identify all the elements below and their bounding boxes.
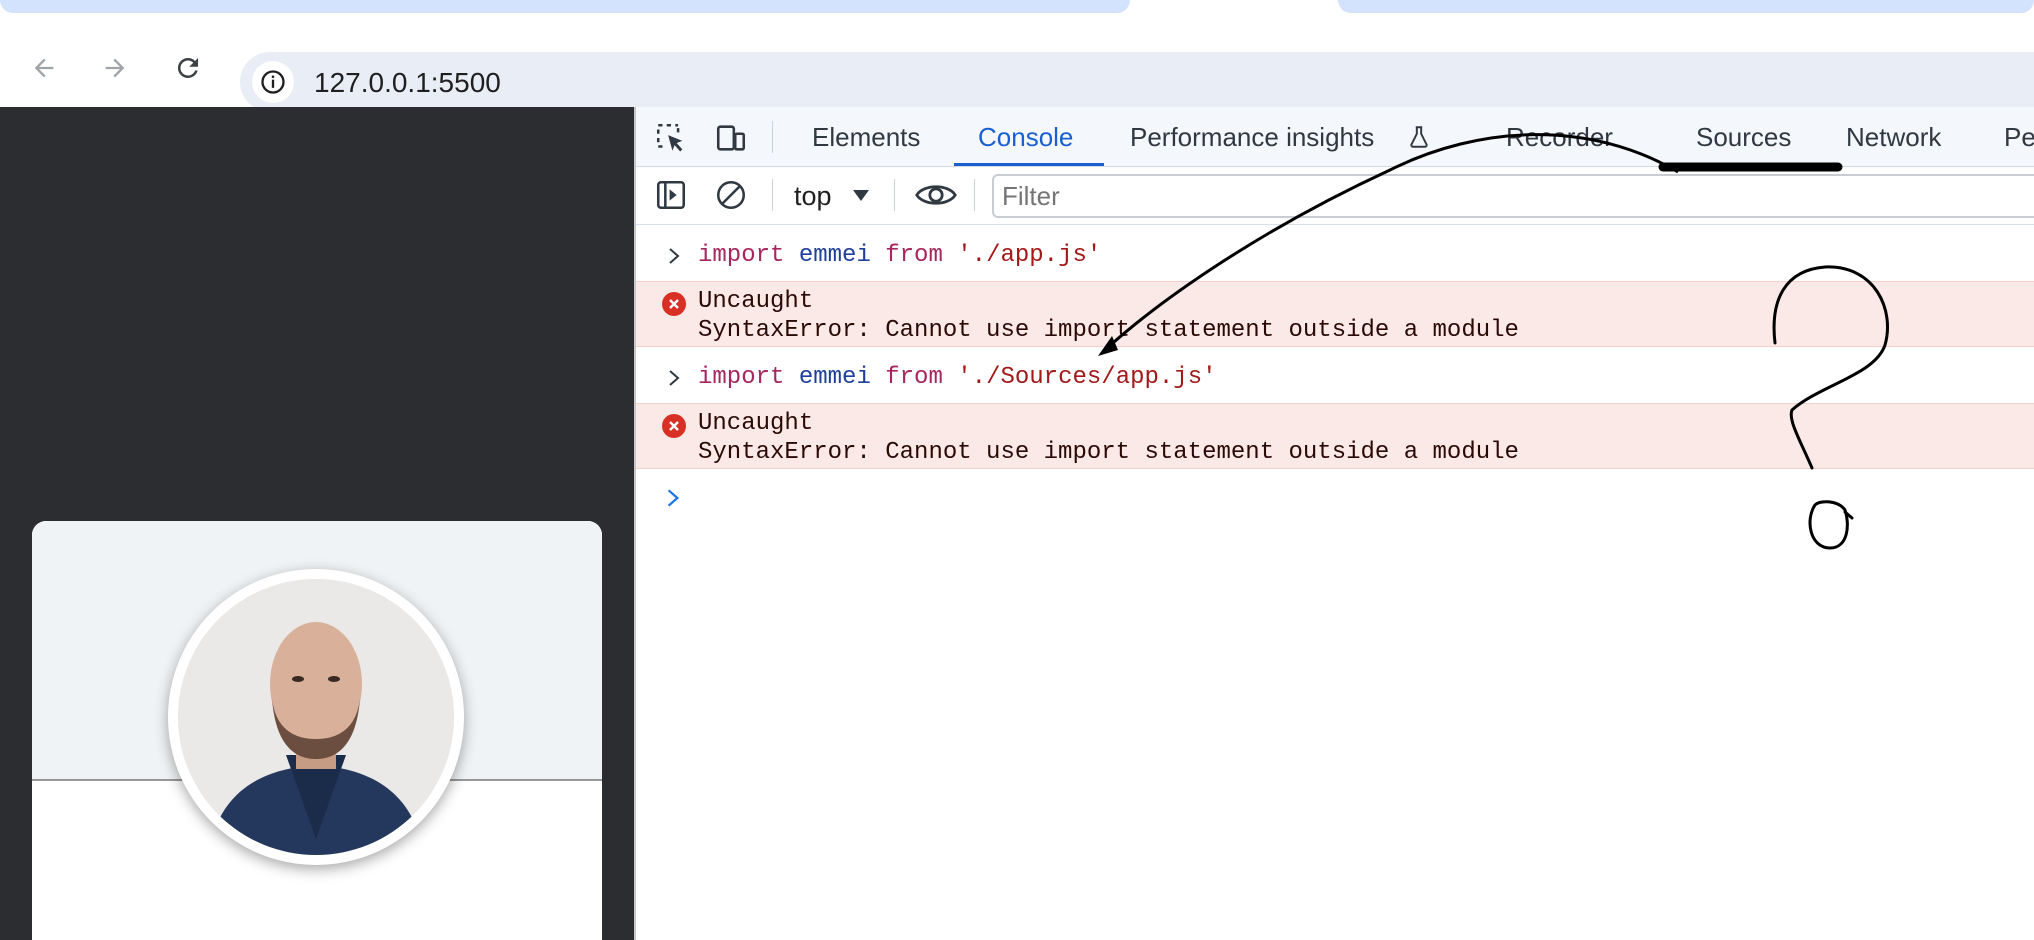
clear-console-button[interactable]: [714, 178, 748, 212]
error-icon: [662, 414, 686, 438]
url-text[interactable]: 127.0.0.1:5500: [314, 67, 501, 99]
browser-tab-left[interactable]: [0, 0, 1130, 13]
inspect-icon: [656, 123, 683, 152]
back-button[interactable]: [24, 48, 64, 88]
info-icon: [261, 70, 285, 94]
console-error-entry[interactable]: Uncaught SyntaxError: Cannot use import …: [636, 281, 2034, 347]
tab-elements[interactable]: Elements: [812, 107, 920, 167]
chevron-right-icon: [669, 248, 680, 264]
reload-icon: [177, 57, 198, 78]
clear-icon: [716, 180, 746, 210]
console-input-code: import emmei from './app.js': [698, 242, 1102, 269]
flask-icon: [1410, 126, 1428, 148]
caret-down-icon: [853, 190, 869, 201]
tab-performance[interactable]: Pe: [2004, 107, 2034, 167]
error-message: SyntaxError: Cannot use import statement…: [698, 317, 1519, 344]
eye-icon: [915, 185, 957, 205]
toolbar-separator: [772, 179, 773, 211]
device-toolbar-button[interactable]: [714, 121, 748, 155]
devtools-tab-bar: Elements Console Performance insights Re…: [636, 107, 2034, 167]
tab-sources[interactable]: Sources: [1696, 107, 1791, 167]
toolbar-separator: [894, 179, 895, 211]
tab-strip: [0, 0, 2034, 26]
tab-recorder[interactable]: Recorder: [1506, 107, 1613, 167]
page-viewport: [0, 107, 634, 940]
toolbar-separator: [772, 121, 773, 153]
toolbar-separator: [974, 179, 975, 211]
forward-button[interactable]: [95, 48, 135, 88]
context-label: top: [794, 181, 832, 211]
inspect-element-button[interactable]: [654, 121, 688, 155]
error-title: Uncaught: [698, 410, 814, 437]
tab-console[interactable]: Console: [978, 107, 1073, 167]
arrow-left-icon: [34, 58, 54, 78]
profile-card: [32, 521, 602, 940]
error-icon: [662, 292, 686, 316]
reload-button[interactable]: [168, 48, 208, 88]
site-info-button[interactable]: [252, 61, 294, 103]
devtools-panel: Elements Console Performance insights Re…: [636, 107, 2034, 940]
device-icon: [716, 125, 746, 151]
avatar: [168, 569, 464, 865]
arrow-right-icon: [105, 58, 125, 78]
browser-tab-right[interactable]: [1338, 0, 2034, 13]
filter-input[interactable]: [992, 174, 2034, 218]
active-tab-indicator: [954, 163, 1104, 166]
console-prompt-icon[interactable]: [662, 487, 684, 509]
console-input-entry[interactable]: import emmei from './Sources/app.js': [636, 354, 2034, 402]
chevron-right-icon: [669, 370, 680, 386]
error-title: Uncaught: [698, 288, 814, 315]
sidebar-icon: [656, 180, 686, 210]
console-input-code: import emmei from './Sources/app.js': [698, 364, 1217, 391]
context-selector[interactable]: top: [794, 175, 869, 217]
avatar-photo: [178, 579, 454, 855]
live-expression-button[interactable]: [914, 178, 958, 212]
console-input-entry[interactable]: import emmei from './app.js': [636, 232, 2034, 280]
address-bar[interactable]: 127.0.0.1:5500: [240, 52, 2034, 112]
browser-toolbar: 127.0.0.1:5500: [0, 26, 2034, 112]
sidebar-toggle-button[interactable]: [654, 178, 688, 212]
console-toolbar: top: [636, 167, 2034, 225]
tab-network[interactable]: Network: [1846, 107, 1941, 167]
error-message: SyntaxError: Cannot use import statement…: [698, 439, 1519, 466]
tab-performance-insights[interactable]: Performance insights: [1130, 107, 1374, 167]
console-error-entry[interactable]: Uncaught SyntaxError: Cannot use import …: [636, 403, 2034, 469]
